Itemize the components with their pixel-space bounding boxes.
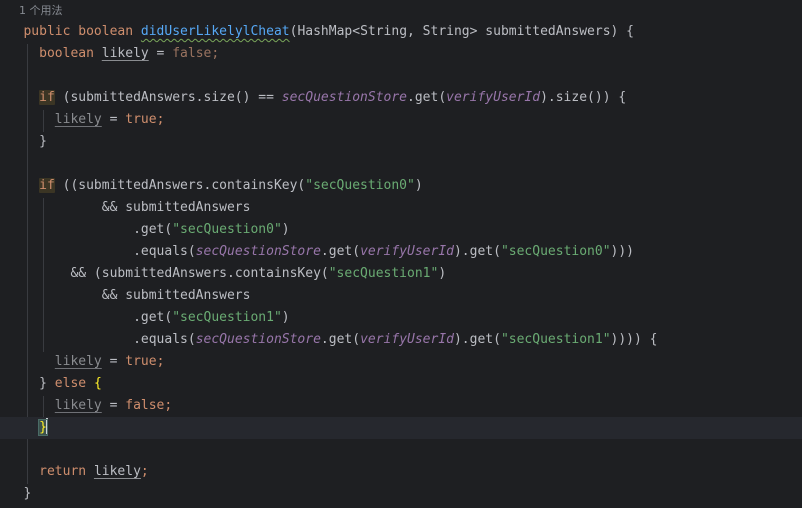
string-literal: "secQuestion1"	[500, 332, 611, 347]
string-literal: "secQuestion0"	[305, 178, 415, 193]
variable-likely[interactable]: likely	[55, 398, 102, 413]
literal-true: true	[125, 112, 157, 127]
field-verifyuserid[interactable]: verifyUserId	[446, 90, 540, 105]
code-text: ((submittedAnswers.containsKey(	[54, 178, 306, 193]
code-line[interactable]: .get("secQuestion1")	[0, 307, 802, 329]
code-line[interactable]: likely = true;	[0, 351, 802, 373]
method-params: (HashMap<String, String> submittedAnswer…	[289, 24, 634, 39]
code-text: )	[414, 178, 423, 193]
code-text: && submittedAnswers	[101, 200, 251, 215]
code-line[interactable]: && submittedAnswers	[0, 285, 802, 307]
method-name[interactable]: didUserLikelylCheat	[141, 24, 290, 39]
keyword-return: return	[39, 464, 87, 479]
assign-op: =	[101, 398, 126, 413]
code-text: (submittedAnswers.size() ==	[54, 90, 282, 105]
semicolon: ;	[140, 464, 149, 479]
field-secquestionstore[interactable]: secQuestionStore	[196, 332, 321, 347]
variable-likely[interactable]: likely	[55, 112, 102, 127]
keyword-public: public	[23, 24, 71, 39]
text-caret	[45, 418, 48, 434]
closing-brace: }	[39, 134, 47, 149]
code-text: .get(	[320, 332, 361, 347]
variable-likely[interactable]: likely	[102, 46, 149, 61]
code-line[interactable]: if ((submittedAnswers.containsKey("secQu…	[0, 175, 802, 197]
code-line[interactable]: .equals(secQuestionStore.get(verifyUserI…	[0, 241, 802, 263]
keyword-else: else	[54, 376, 87, 391]
field-secquestionstore[interactable]: secQuestionStore	[196, 244, 321, 259]
field-verifyuserid[interactable]: verifyUserId	[360, 332, 454, 347]
assign-op: =	[101, 354, 126, 369]
code-line[interactable]: } else {	[0, 373, 802, 395]
string-literal: "secQuestion1"	[328, 266, 439, 281]
code-text: )	[438, 266, 447, 281]
field-verifyuserid[interactable]: verifyUserId	[360, 244, 454, 259]
code-line[interactable]: .get("secQuestion0")	[0, 219, 802, 241]
variable-likely[interactable]: likely	[55, 354, 102, 369]
keyword-if: if	[39, 90, 55, 105]
string-literal: "secQuestion1"	[172, 310, 282, 325]
string-literal: "secQuestion0"	[172, 222, 282, 237]
literal-false: false	[172, 46, 212, 61]
literal-false: false	[125, 398, 165, 413]
code-editor[interactable]: 1 个用法 public boolean didUserLikelylCheat…	[0, 0, 802, 508]
code-text: && (submittedAnswers.containsKey(	[70, 266, 329, 281]
code-line[interactable]: && submittedAnswers	[0, 197, 802, 219]
code-line-current[interactable]: }	[0, 417, 802, 439]
opening-brace-matched: {	[93, 376, 102, 391]
literal-true: true	[125, 354, 157, 369]
code-line[interactable]: public boolean didUserLikelylCheat(HashM…	[0, 21, 802, 43]
variable-likely[interactable]: likely	[94, 464, 141, 479]
code-line[interactable]: }	[0, 131, 802, 153]
assign-op: =	[148, 46, 173, 61]
code-line[interactable]: if (submittedAnswers.size() == secQuesti…	[0, 87, 802, 109]
code-text: .get(	[407, 90, 447, 105]
field-secquestionstore[interactable]: secQuestionStore	[282, 90, 407, 105]
editor-scrollbar[interactable]	[792, 0, 802, 508]
code-text: ).size()) {	[540, 90, 627, 105]
closing-brace: }	[23, 486, 32, 501]
code-line[interactable]: boolean likely = false;	[0, 43, 802, 65]
code-text: ).get(	[453, 244, 501, 259]
code-line[interactable]: && (submittedAnswers.containsKey("secQue…	[0, 263, 802, 285]
code-text: .equals(	[133, 244, 196, 259]
code-text: ).get(	[453, 332, 501, 347]
code-text: )	[281, 310, 290, 325]
code-text: )))	[610, 244, 635, 259]
code-text: .get(	[133, 222, 173, 237]
code-text: .get(	[320, 244, 361, 259]
assign-op: =	[101, 112, 126, 127]
code-line[interactable]: likely = false;	[0, 395, 802, 417]
usage-count-hint[interactable]: 1 个用法	[19, 2, 63, 20]
keyword-if: if	[39, 178, 55, 193]
code-line[interactable]: return likely;	[0, 461, 802, 483]
code-text: )	[281, 222, 290, 237]
semicolon: ;	[156, 354, 165, 369]
code-line[interactable]: }	[0, 483, 802, 505]
closing-brace: }	[39, 376, 47, 391]
string-literal: "secQuestion0"	[500, 244, 611, 259]
keyword-boolean: boolean	[78, 24, 134, 39]
semicolon: ;	[156, 112, 165, 127]
code-text: && submittedAnswers	[101, 288, 251, 303]
code-text: )))) {	[610, 332, 658, 347]
code-text: .get(	[133, 310, 173, 325]
semicolon: ;	[211, 46, 220, 61]
code-line[interactable]: likely = true;	[0, 109, 802, 131]
code-line[interactable]: .equals(secQuestionStore.get(verifyUserI…	[0, 329, 802, 351]
code-text: .equals(	[133, 332, 196, 347]
keyword-boolean: boolean	[39, 46, 94, 61]
semicolon: ;	[164, 398, 173, 413]
